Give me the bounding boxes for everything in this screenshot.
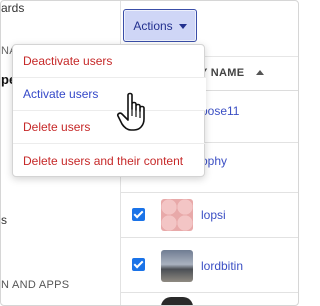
actions-dropdown-button[interactable]: Actions [123,9,197,42]
username-link[interactable]: lopsi [201,208,226,222]
menu-item-activate-users[interactable]: Activate users [13,78,206,111]
sidebar-item-fragment[interactable]: s [1,213,7,227]
column-header-name[interactable]: Y NAME [200,67,244,79]
avatar [161,297,193,305]
sort-ascending-icon[interactable] [256,70,264,75]
sidebar-section-heading-fragment: N AND APPS [1,279,70,291]
menu-item-delete-users[interactable]: Delete users [13,111,206,144]
table-row[interactable] [120,293,298,305]
sidebar-item-fragment[interactable]: ards [1,1,24,15]
username-link[interactable]: lordbitin [201,259,243,273]
admin-users-panel: ards NA pe s N AND APPS Y NAME oose11 op… [0,0,299,306]
actions-button-label: Actions [133,18,173,33]
actions-menu: Deactivate users Activate users Delete u… [12,44,206,177]
avatar [161,199,193,231]
row-select-checkbox[interactable] [132,208,145,221]
menu-item-delete-users-and-content[interactable]: Delete users and their content [13,144,206,177]
menu-item-deactivate-users[interactable]: Deactivate users [13,45,206,78]
caret-down-icon [178,24,187,29]
avatar [161,250,193,282]
row-select-checkbox[interactable] [132,258,145,271]
username-link[interactable]: oose11 [201,104,239,118]
